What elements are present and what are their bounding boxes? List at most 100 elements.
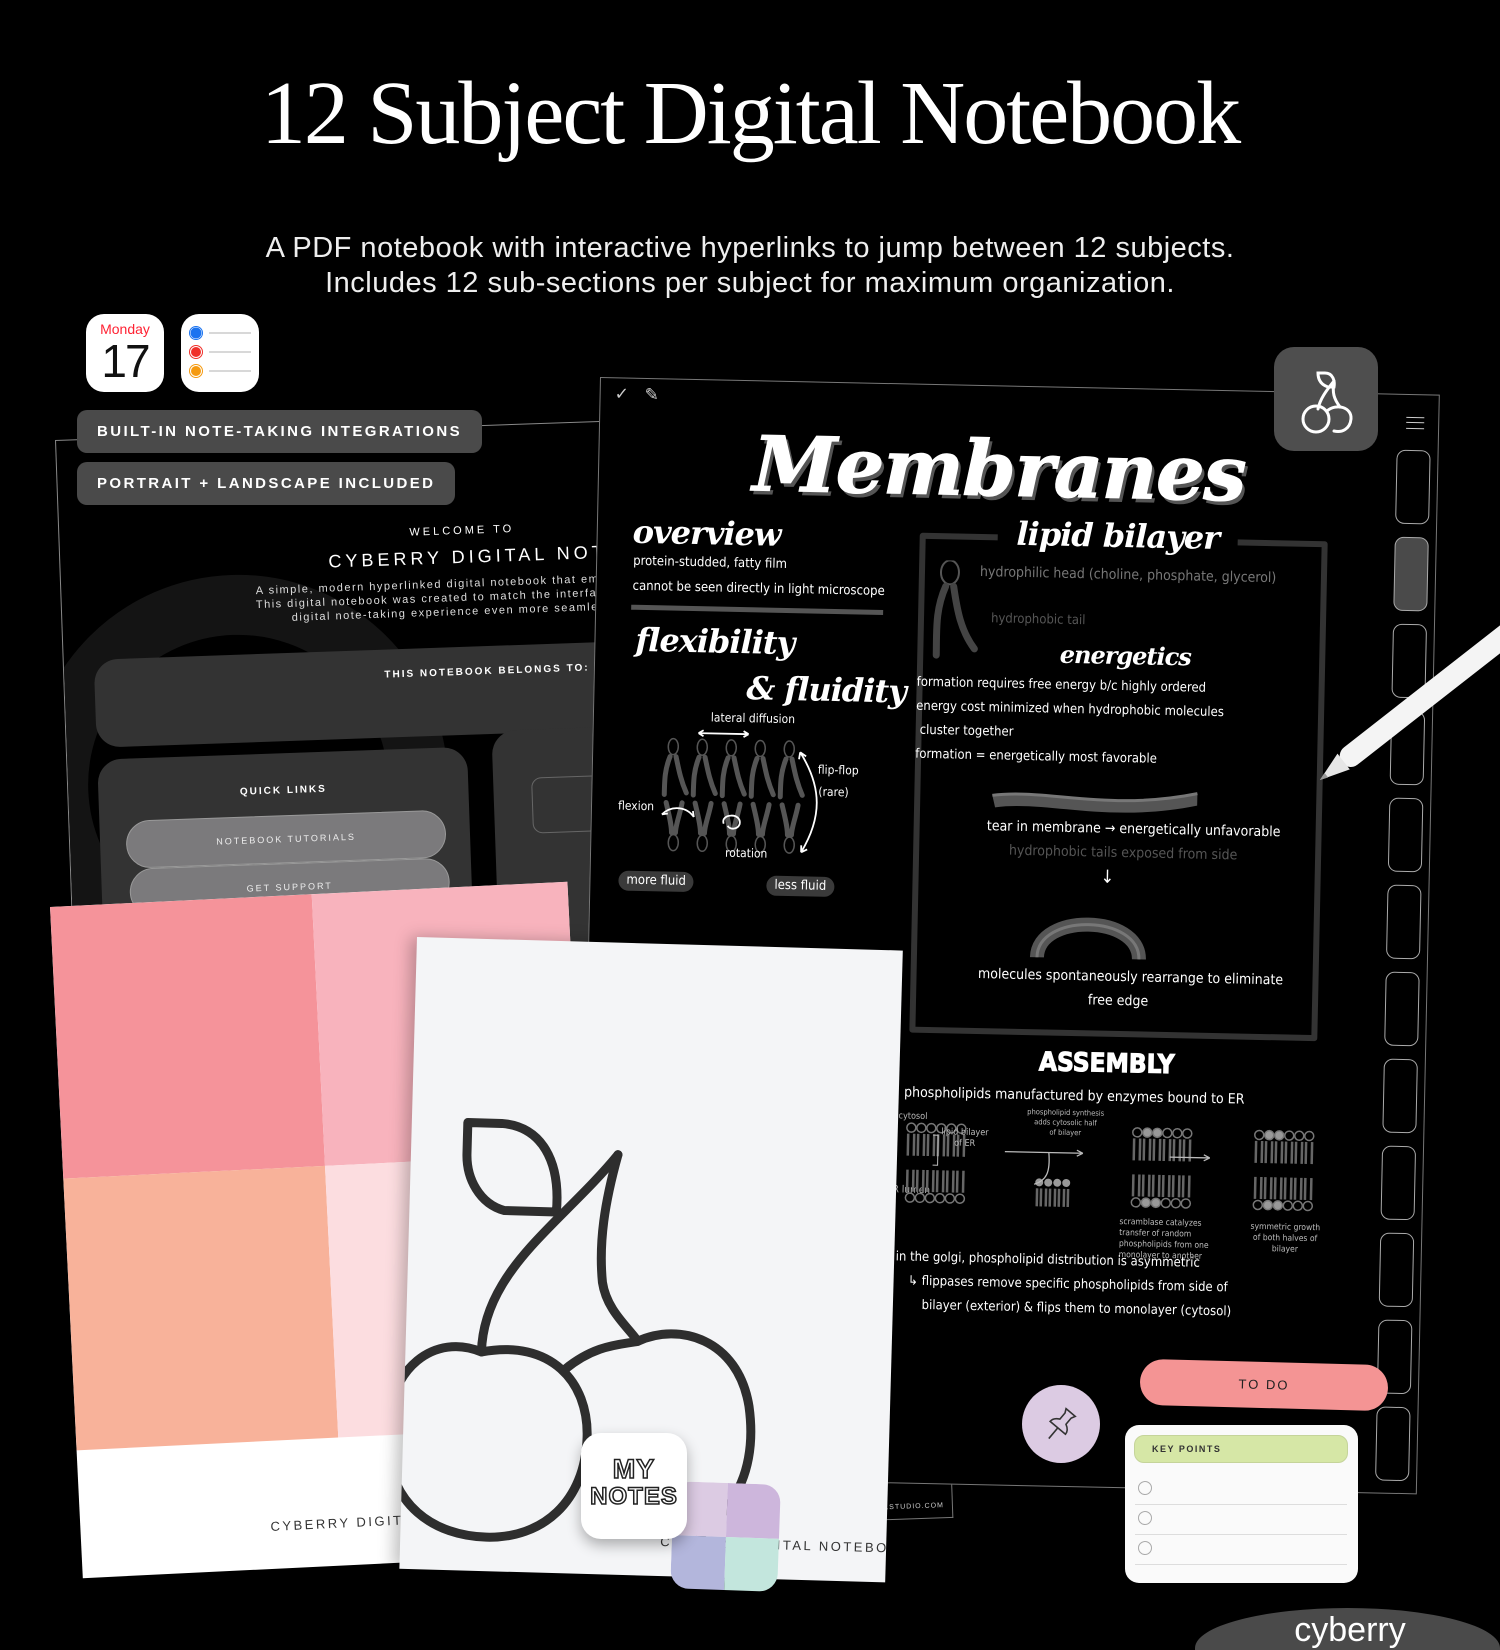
todo-button[interactable]: TO DO — [1139, 1358, 1389, 1412]
key-point-row[interactable] — [1135, 1505, 1347, 1535]
menu-icon[interactable] — [1406, 416, 1425, 430]
lipid-head — [904, 1192, 916, 1203]
lipid-head — [1142, 1127, 1153, 1138]
lipid-tail — [1293, 1141, 1304, 1200]
lipid-tail — [690, 754, 718, 798]
subject-tab-8[interactable] — [1382, 1058, 1418, 1134]
lipid-head — [1170, 1197, 1182, 1209]
lipid-head — [1284, 1130, 1295, 1141]
lipid-tail — [905, 1133, 916, 1192]
checkbox-circle-icon[interactable] — [1138, 1541, 1152, 1555]
overview-heading: overview — [632, 512, 781, 554]
subject-tab-7[interactable] — [1384, 971, 1420, 1047]
subject-tab-6[interactable] — [1385, 884, 1422, 960]
my-notes-text-1: MY — [612, 1454, 656, 1484]
subject-tab-5[interactable] — [1387, 797, 1424, 873]
golgi-bullet: ↳ flippases remove specific phospholipid… — [907, 1273, 1228, 1296]
integrations-badge: BUILT-IN NOTE-TAKING INTEGRATIONS — [77, 410, 483, 453]
lipid-head — [783, 836, 795, 854]
lipid-head — [1062, 1178, 1071, 1187]
lipid-tail — [1151, 1138, 1162, 1197]
lipid-head — [1044, 1178, 1053, 1187]
rare-label: (rare) — [818, 784, 849, 800]
check-icon[interactable]: ✓ — [614, 384, 629, 404]
subject-tab-12[interactable] — [1375, 1406, 1411, 1482]
checkbox-circle-icon[interactable] — [1138, 1481, 1152, 1495]
subject-tab-10[interactable] — [1378, 1232, 1415, 1308]
lipid-head — [1162, 1127, 1173, 1139]
less-fluid-label: less fluid — [766, 875, 835, 898]
lipid-head — [1304, 1130, 1315, 1142]
subject-tab-9[interactable] — [1380, 1145, 1417, 1221]
calendar-date: 17 — [101, 335, 150, 387]
lipid-tail — [1062, 1188, 1070, 1208]
lipid-head — [725, 739, 738, 757]
lipid-head — [924, 1192, 936, 1204]
key-point-row[interactable] — [1135, 1535, 1347, 1565]
lateral-diffusion-label: lateral diffusion — [710, 710, 796, 727]
lipid-tail — [1273, 1141, 1284, 1200]
lipid-head — [916, 1122, 927, 1134]
lipid-head — [696, 738, 709, 756]
overview-bullet: cannot be seen directly in light microsc… — [632, 578, 885, 600]
symmetric-label: symmetric growth of both halves of bilayer — [1240, 1222, 1331, 1257]
lipid-tail — [1053, 1188, 1061, 1207]
lipid-head — [1180, 1198, 1192, 1209]
bilayer-er-line: lipid bilayer — [941, 1127, 989, 1139]
my-notes-app-icon[interactable]: MY NOTES — [581, 1433, 687, 1539]
lipid-tail — [1263, 1141, 1274, 1200]
lipid-head — [783, 740, 796, 758]
pencil-icon[interactable]: ✎ — [644, 385, 659, 405]
lipid-tail — [1253, 1140, 1264, 1200]
lipid-head — [926, 1122, 937, 1134]
lipid-head — [754, 739, 767, 758]
assembly-bullet: phospholipids manufactured by enzymes bo… — [903, 1084, 1245, 1108]
lipid-head — [1262, 1199, 1274, 1211]
my-notes-text-2: NOTES — [589, 1482, 678, 1511]
lipid-bilayer-heading: lipid bilayer — [997, 514, 1239, 558]
checkbox-circle-icon[interactable] — [1138, 1511, 1152, 1525]
cherry-app-icon[interactable] — [1274, 347, 1378, 451]
color-block — [50, 894, 325, 1179]
lipid-tail — [925, 1134, 936, 1193]
more-fluid-label: more fluid — [618, 870, 695, 893]
lipid-head — [1272, 1200, 1284, 1211]
lipid-tail — [719, 755, 747, 799]
lipid-head — [1160, 1197, 1172, 1209]
energetics-heading: energetics — [1059, 639, 1192, 672]
synthesis-label: phospholipid synthesis adds cytosolic hal… — [1015, 1107, 1116, 1139]
lipid-tail — [692, 800, 714, 836]
lipid-head — [1053, 1178, 1062, 1187]
lipid-head — [667, 833, 680, 852]
color-block — [63, 1165, 339, 1451]
pushpin-icon — [1048, 1407, 1077, 1440]
reminders-list-icon — [189, 326, 251, 378]
lipid-tail — [1131, 1138, 1142, 1197]
lipid-tail — [661, 754, 689, 797]
lipid-head — [906, 1122, 917, 1133]
membrane-arch-drawing — [1029, 917, 1146, 961]
lipid-tail — [1044, 1188, 1052, 1207]
palette-swatch — [724, 1537, 780, 1592]
subtitle-line-1: A PDF notebook with interactive hyperlin… — [265, 232, 1235, 264]
lipid-head — [667, 737, 680, 756]
flexibility-heading: flexibility — [635, 620, 795, 663]
lipid-head — [1130, 1197, 1142, 1208]
calendar-app-icon[interactable]: Monday 17 — [86, 314, 164, 392]
synthesis-line: of bilayer — [1049, 1127, 1082, 1138]
orientation-badge: PORTRAIT + LANDSCAPE INCLUDED — [77, 462, 456, 505]
energetics-bullet: cluster together — [919, 722, 1014, 740]
lipid-head — [1252, 1199, 1264, 1211]
reminders-app-icon[interactable] — [181, 314, 259, 392]
lipid-tail — [779, 802, 801, 838]
key-point-row[interactable] — [1135, 1475, 1347, 1505]
lipid-tail — [1141, 1138, 1152, 1197]
subject-tab-1[interactable] — [1395, 449, 1431, 525]
flip-flop-label: flip-flop — [817, 762, 859, 778]
down-arrow-icon: ↓ — [1100, 866, 1115, 888]
lipid-head — [954, 1193, 966, 1204]
lipid-tail — [1035, 1188, 1043, 1207]
bilayer-er-label: lipid bilayer of ER — [941, 1127, 989, 1150]
lipid-head — [1302, 1200, 1314, 1212]
pin-button[interactable] — [1022, 1385, 1100, 1463]
